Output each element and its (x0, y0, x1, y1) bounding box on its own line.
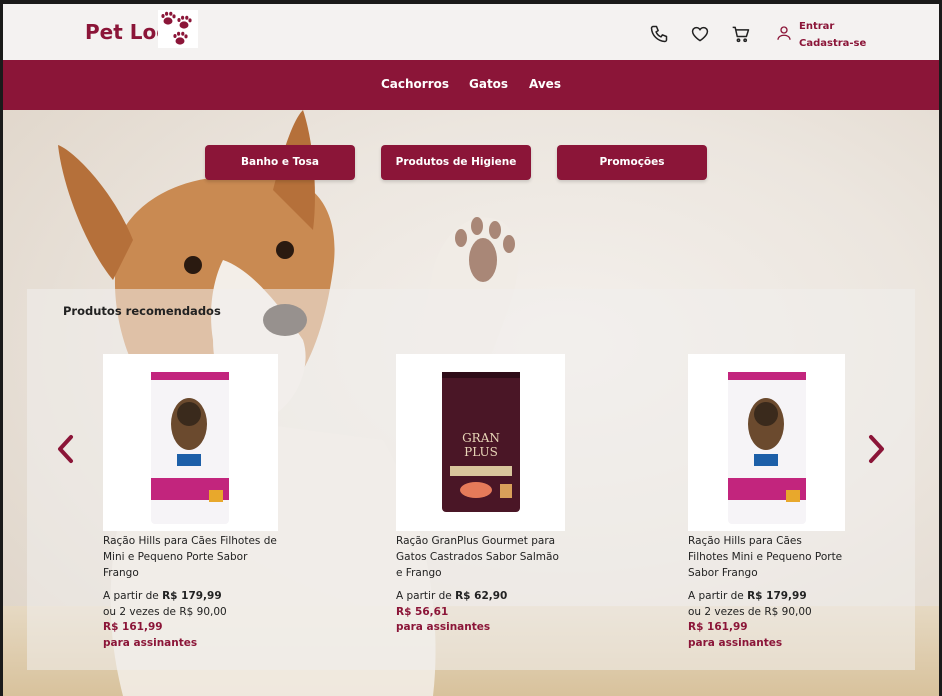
product-pricing: A partir de R$ 179,99 ou 2 vezes de R$ 9… (103, 589, 278, 651)
banho-tosa-button[interactable]: Banho e Tosa (205, 145, 355, 180)
subscriber-price: R$ 161,99 (103, 621, 163, 633)
page: Pet Log Entrar Cadastra-se Cachorros Gat… (3, 4, 939, 696)
promocoes-button[interactable]: Promoções (557, 145, 707, 180)
price-value: R$ 179,99 (747, 590, 807, 602)
nav-item-aves[interactable]: Aves (529, 77, 561, 91)
phone-icon[interactable] (649, 24, 669, 44)
product-name[interactable]: Ração Hills para Cães Filhotes de Mini e… (103, 533, 278, 581)
product-pricing: A partir de R$ 179,99 ou 2 vezes de R$ 9… (688, 589, 845, 651)
price-value: R$ 179,99 (162, 590, 222, 602)
installments: ou 2 vezes de R$ 90,00 (688, 605, 812, 618)
product-image[interactable] (103, 354, 278, 531)
price-line: A partir de R$ 179,99 (103, 589, 278, 605)
price-value: R$ 62,90 (455, 590, 508, 602)
svg-text:GRAN: GRAN (462, 431, 500, 445)
price-prefix: A partir de (396, 590, 456, 602)
subscriber-price: R$ 56,61 (396, 605, 449, 618)
produtos-higiene-button[interactable]: Produtos de Higiene (381, 145, 531, 180)
price-prefix: A partir de (103, 590, 163, 602)
product-card[interactable]: Ração Hills para Cães Filhotes de Mini e… (103, 354, 278, 651)
subscriber-label: para assinantes (396, 621, 491, 633)
recommended-title: Produtos recomendados (63, 304, 221, 318)
carousel-next-icon[interactable] (865, 434, 887, 464)
cart-icon[interactable] (731, 24, 751, 44)
subscriber-label: para assinantes (688, 636, 783, 649)
price-line: A partir de R$ 179,99 (688, 589, 845, 605)
product-name[interactable]: Ração GranPlus Gourmet para Gatos Castra… (396, 533, 565, 581)
user-icon[interactable] (775, 24, 793, 42)
product-image[interactable]: GRAN PLUS (396, 354, 565, 531)
nav-item-gatos[interactable]: Gatos (469, 77, 508, 91)
paw-logo-icon[interactable] (158, 10, 198, 48)
installments: ou 2 vezes de R$ 90,00 (103, 605, 227, 618)
product-pricing: A partir de R$ 62,90 R$ 56,61 para assin… (396, 589, 565, 636)
price-prefix: A partir de (688, 590, 748, 602)
subscriber-price: R$ 161,99 (688, 621, 748, 633)
product-image[interactable] (688, 354, 845, 531)
login-link[interactable]: Entrar (799, 18, 866, 35)
subscriber-label: para assinantes (103, 636, 198, 649)
product-name[interactable]: Ração Hills para Cães Filhotes Mini e Pe… (688, 533, 845, 581)
heart-icon[interactable] (690, 24, 710, 44)
product-card[interactable]: GRAN PLUS Ração GranPlus Gourmet para Ga… (396, 354, 565, 636)
svg-text:PLUS: PLUS (464, 445, 498, 459)
nav-item-cachorros[interactable]: Cachorros (381, 77, 449, 91)
product-card[interactable]: Ração Hills para Cães Filhotes Mini e Pe… (688, 354, 845, 651)
carousel-prev-icon[interactable] (55, 434, 77, 464)
auth-links: Entrar Cadastra-se (799, 18, 866, 52)
price-line: A partir de R$ 62,90 (396, 589, 565, 605)
site-header: Pet Log Entrar Cadastra-se (3, 4, 939, 60)
main-nav: Cachorros Gatos Aves (3, 60, 939, 110)
signup-link[interactable]: Cadastra-se (799, 35, 866, 52)
